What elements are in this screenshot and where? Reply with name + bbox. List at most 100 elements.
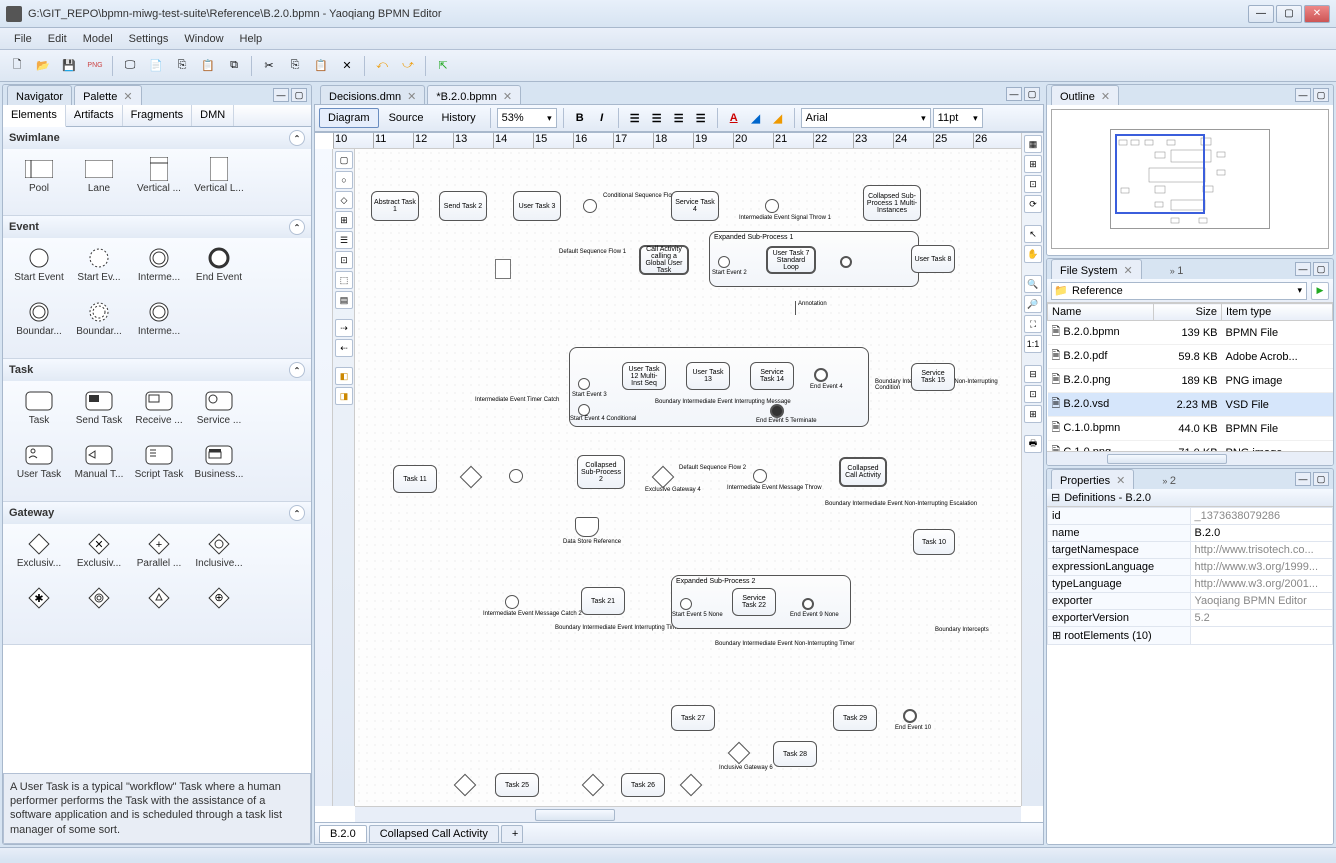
minimize-panel-icon[interactable]: —: [273, 88, 289, 102]
close-icon[interactable]: ✕: [1101, 90, 1110, 103]
col-name[interactable]: Name: [1048, 304, 1154, 321]
align-center-icon[interactable]: ☰: [647, 108, 667, 128]
maximize-panel-icon[interactable]: ▢: [1313, 88, 1329, 102]
collapse-icon[interactable]: ⊟: [1051, 491, 1060, 504]
bpmn-task[interactable]: User Task 13: [686, 362, 730, 390]
palette-user-task[interactable]: User Task: [9, 441, 69, 495]
maximize-button[interactable]: ▢: [1276, 5, 1302, 23]
bpmn-task[interactable]: Task 26: [621, 773, 665, 797]
scrollbar-horizontal[interactable]: [355, 806, 1021, 822]
prop-row[interactable]: id_1373638079286: [1048, 508, 1333, 525]
bpmn-gateway[interactable]: [652, 466, 675, 489]
new-icon[interactable]: 🗋: [6, 55, 28, 77]
chevron-up-icon[interactable]: ⌃: [289, 505, 305, 521]
tool-icon[interactable]: ◇: [335, 191, 353, 209]
bpmn-task[interactable]: User Task 12 Multi-Inst Seq: [622, 362, 666, 390]
bpmn-task[interactable]: Collapsed Sub-Process 1 Multi-Instances: [863, 185, 921, 221]
palette-send-task[interactable]: Send Task: [69, 387, 129, 441]
palette-event-gw3[interactable]: ⊕: [189, 584, 249, 638]
col-size[interactable]: Size: [1154, 304, 1222, 321]
font-size-combo[interactable]: 11pt: [933, 108, 983, 128]
view-source-button[interactable]: Source: [381, 109, 432, 127]
filesystem-tab[interactable]: File System✕: [1051, 259, 1142, 279]
palette-intermediate-throw[interactable]: Interme...: [129, 298, 189, 352]
subtab-dmn[interactable]: DMN: [192, 105, 234, 126]
maximize-panel-icon[interactable]: ▢: [1313, 262, 1329, 276]
bpmn-task[interactable]: Task 25: [495, 773, 539, 797]
editor-tab-decisions[interactable]: Decisions.dmn✕: [320, 85, 425, 105]
grid2-icon[interactable]: ⊞: [1024, 155, 1042, 173]
palette-business-rule-task[interactable]: Business...: [189, 441, 249, 495]
align-left-icon[interactable]: ☰: [625, 108, 645, 128]
group-gateway[interactable]: Gateway⌃: [3, 502, 311, 524]
palette-manual-task[interactable]: Manual T...: [69, 441, 129, 495]
subtab-fragments[interactable]: Fragments: [123, 105, 193, 126]
bpmn-event[interactable]: [583, 199, 597, 213]
bpmn-data-object[interactable]: [495, 259, 511, 279]
save-icon[interactable]: 💾: [58, 55, 80, 77]
bpmn-task[interactable]: Call Activity calling a Global User Task: [639, 245, 689, 275]
undo-icon[interactable]: ⤺: [371, 55, 393, 77]
redo-icon[interactable]: ⤻: [397, 55, 419, 77]
minimize-button[interactable]: —: [1248, 5, 1274, 23]
bpmn-event[interactable]: [505, 595, 519, 609]
menu-help[interactable]: Help: [232, 31, 271, 47]
copy2-icon[interactable]: ⎘: [284, 55, 306, 77]
snap-icon[interactable]: ⊡: [1024, 175, 1042, 193]
outline-tab[interactable]: Outline✕: [1051, 85, 1119, 105]
prop-row[interactable]: ⊞ rootElements (10): [1048, 627, 1333, 645]
palette-end-event[interactable]: End Event: [189, 244, 249, 298]
bpmn-event[interactable]: [578, 404, 590, 416]
menu-file[interactable]: File: [6, 31, 40, 47]
cut-icon[interactable]: ✂: [258, 55, 280, 77]
col-type[interactable]: Item type: [1222, 304, 1333, 321]
bpmn-task[interactable]: Service Task 14: [750, 362, 794, 390]
outline-view[interactable]: [1051, 109, 1329, 249]
folder-combo[interactable]: Reference: [1051, 282, 1307, 300]
bpmn-task[interactable]: User Task 8: [911, 245, 955, 273]
palette-tab[interactable]: Palette✕: [74, 85, 141, 105]
palette-start-event-ni[interactable]: Start Ev...: [69, 244, 129, 298]
prop-row[interactable]: exporterYaoqiang BPMN Editor: [1048, 593, 1333, 610]
bpmn-gateway[interactable]: [680, 774, 703, 797]
bpmn-event[interactable]: [578, 378, 590, 390]
palette-intermediate-event[interactable]: Interme...: [129, 244, 189, 298]
close-icon[interactable]: ✕: [123, 90, 132, 103]
italic-icon[interactable]: I: [592, 108, 612, 128]
diagram-tab-collapsed[interactable]: Collapsed Call Activity: [369, 825, 499, 843]
line-color-icon[interactable]: ◢: [768, 108, 788, 128]
palette-exclusive-gw-x[interactable]: ✕Exclusiv...: [69, 530, 129, 584]
refresh-icon[interactable]: ⟳: [1024, 195, 1042, 213]
deploy-icon[interactable]: ⇱: [432, 55, 454, 77]
delete-icon[interactable]: ✕: [336, 55, 358, 77]
prop-row[interactable]: targetNamespacehttp://www.trisotech.co..…: [1048, 542, 1333, 559]
bpmn-gateway[interactable]: [454, 774, 477, 797]
palette-service-task[interactable]: Service ...: [189, 387, 249, 441]
close-icon[interactable]: ✕: [407, 90, 416, 103]
tool-icon[interactable]: ⇢: [335, 319, 353, 337]
file-row[interactable]: B.2.0.bpmn139 KBBPMN File: [1048, 321, 1333, 345]
palette-vertical-lane[interactable]: Vertical L...: [189, 155, 249, 209]
bpmn-task[interactable]: Abstract Task 1: [371, 191, 419, 221]
bpmn-task[interactable]: User Task 3: [513, 191, 561, 221]
print-icon[interactable]: 🖵: [119, 55, 141, 77]
bpmn-task[interactable]: Task 28: [773, 741, 817, 767]
palette-pool[interactable]: Pool: [9, 155, 69, 209]
close-button[interactable]: ✕: [1304, 5, 1330, 23]
menu-settings[interactable]: Settings: [121, 31, 177, 47]
fill-color-icon[interactable]: ◢: [746, 108, 766, 128]
bpmn-task[interactable]: Task 27: [671, 705, 715, 731]
align-right-icon[interactable]: ☰: [669, 108, 689, 128]
open-icon[interactable]: 📂: [32, 55, 54, 77]
palette-lane[interactable]: Lane: [69, 155, 129, 209]
minimize-panel-icon[interactable]: —: [1295, 262, 1311, 276]
hand-icon[interactable]: ✋: [1024, 245, 1042, 263]
bpmn-task[interactable]: Task 11: [393, 465, 437, 493]
bpmn-event[interactable]: [718, 256, 730, 268]
paste-icon[interactable]: 📋: [197, 55, 219, 77]
palette-event-gw[interactable]: [69, 584, 129, 638]
menu-model[interactable]: Model: [75, 31, 121, 47]
tool-icon[interactable]: ◨: [335, 387, 353, 405]
align-justify-icon[interactable]: ☰: [691, 108, 711, 128]
duplicate-icon[interactable]: ⧉: [223, 55, 245, 77]
